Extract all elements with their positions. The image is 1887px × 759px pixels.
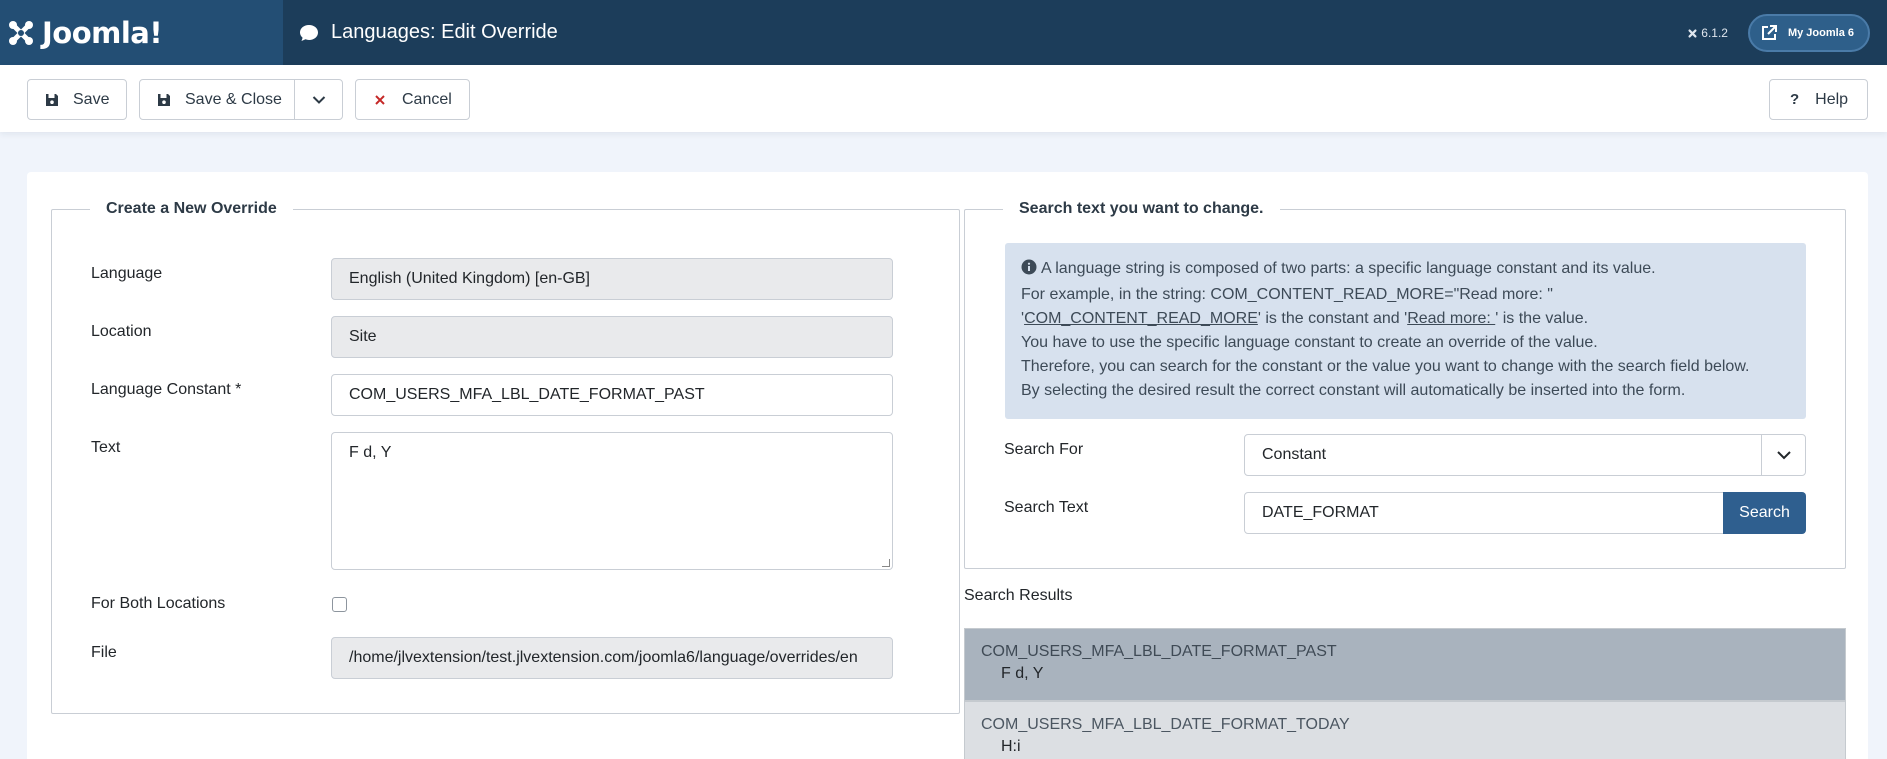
save-button[interactable]: Save (27, 79, 127, 120)
text-textarea[interactable]: F d, Y (331, 432, 893, 570)
result-value: H:i (1001, 738, 1021, 755)
language-label: Language (91, 265, 163, 282)
result-constant: COM_USERS_MFA_LBL_DATE_FORMAT_PAST (981, 643, 1337, 660)
my-joomla-label: My Joomla 6 (1787, 27, 1854, 39)
search-for-value: Constant (1262, 446, 1327, 463)
chevron-down-icon (312, 95, 325, 104)
top-header: Joomla! Languages: Edit Override 6.1.2 M… (0, 0, 1887, 65)
save-close-group: Save & Close (139, 79, 343, 120)
save-close-button[interactable]: Save & Close (140, 80, 295, 119)
location-field: Site (331, 316, 893, 358)
joomla-icon (9, 20, 33, 45)
joomla-logo[interactable]: Joomla! (6, 15, 163, 50)
close-icon (374, 94, 386, 106)
file-field: /home/jlvextension/test.jlvextension.com… (331, 637, 893, 679)
save-dropdown-toggle[interactable] (295, 80, 342, 119)
resize-handle[interactable] (882, 559, 890, 567)
language-constant-input[interactable]: COM_USERS_MFA_LBL_DATE_FORMAT_PAST (331, 374, 893, 416)
external-link-icon (1761, 25, 1777, 40)
search-button[interactable]: Search (1723, 492, 1806, 534)
constant-example-link[interactable]: COM_CONTENT_READ_MORE (1024, 310, 1258, 327)
version-text: 6.1.2 (1701, 26, 1728, 40)
info-line-6: By selecting the desired result the corr… (1021, 382, 1686, 399)
help-label: Help (1815, 90, 1849, 108)
info-line-3-post: ' is the value. (1495, 310, 1589, 327)
language-field: English (United Kingdom) [en-GB] (331, 258, 893, 300)
search-text-label: Search Text (1004, 499, 1089, 516)
version-badge: 6.1.2 (1687, 26, 1728, 40)
search-text-input[interactable]: DATE_FORMAT (1244, 492, 1726, 534)
language-constant-label: Language Constant * (91, 381, 242, 398)
info-line-3: 'COM_CONTENT_READ_MORE' is the constant … (1021, 307, 1790, 331)
save-label: Save (73, 90, 110, 108)
value-example-link[interactable]: Read more: (1407, 310, 1495, 327)
toolbar: Save Save & Close Cancel ? Help (0, 65, 1887, 132)
comment-icon (300, 24, 318, 41)
both-locations-checkbox[interactable] (332, 597, 347, 612)
page-title-text: Languages: Edit Override (331, 21, 558, 43)
cancel-button[interactable]: Cancel (355, 79, 470, 120)
result-constant: COM_USERS_MFA_LBL_DATE_FORMAT_TODAY (981, 716, 1350, 733)
chevron-down-icon (1761, 435, 1805, 475)
create-override-legend: Create a New Override (90, 200, 293, 218)
search-result-item[interactable]: COM_USERS_MFA_LBL_DATE_FORMAT_PAST F d, … (964, 628, 1846, 701)
search-result-item[interactable]: COM_USERS_MFA_LBL_DATE_FORMAT_TODAY H:i (964, 701, 1846, 759)
search-for-label: Search For (1004, 441, 1084, 458)
search-fieldset: Search text you want to change. A langua… (964, 200, 1846, 569)
joomla-small-icon (1688, 28, 1697, 38)
both-locations-label: For Both Locations (91, 595, 226, 612)
cancel-label: Cancel (402, 90, 452, 108)
info-line-3-mid: ' is the constant and ' (1257, 310, 1408, 327)
info-line-1: A language string is composed of two par… (1041, 260, 1656, 277)
floppy-icon (45, 93, 59, 107)
search-results-label: Search Results (964, 587, 1073, 604)
search-for-select[interactable]: Constant (1244, 434, 1806, 476)
edit-override-card: Create a New Override Language English (… (27, 172, 1868, 759)
page-title: Languages: Edit Override (283, 21, 558, 44)
location-label: Location (91, 323, 152, 340)
save-close-label: Save & Close (185, 90, 282, 108)
help-button[interactable]: ? Help (1769, 79, 1868, 120)
text-value: F d, Y (349, 444, 392, 461)
info-line-4: You have to use the specific language co… (1021, 334, 1598, 351)
info-line-2: For example, in the string: COM_CONTENT_… (1021, 286, 1553, 303)
create-override-fieldset: Create a New Override Language English (… (51, 200, 960, 714)
info-alert: A language string is composed of two par… (1005, 243, 1806, 419)
text-label: Text (91, 439, 121, 456)
brand[interactable]: Joomla! (0, 0, 283, 65)
my-joomla-button[interactable]: My Joomla 6 (1747, 14, 1870, 52)
search-legend: Search text you want to change. (1003, 200, 1280, 218)
info-line-5: Therefore, you can search for the consta… (1021, 358, 1750, 375)
result-value: F d, Y (1001, 665, 1044, 682)
file-label: File (91, 644, 117, 661)
question-icon: ? (1790, 91, 1800, 108)
brand-text: Joomla! (42, 15, 163, 50)
floppy-icon (157, 93, 171, 107)
info-icon (1021, 259, 1037, 283)
